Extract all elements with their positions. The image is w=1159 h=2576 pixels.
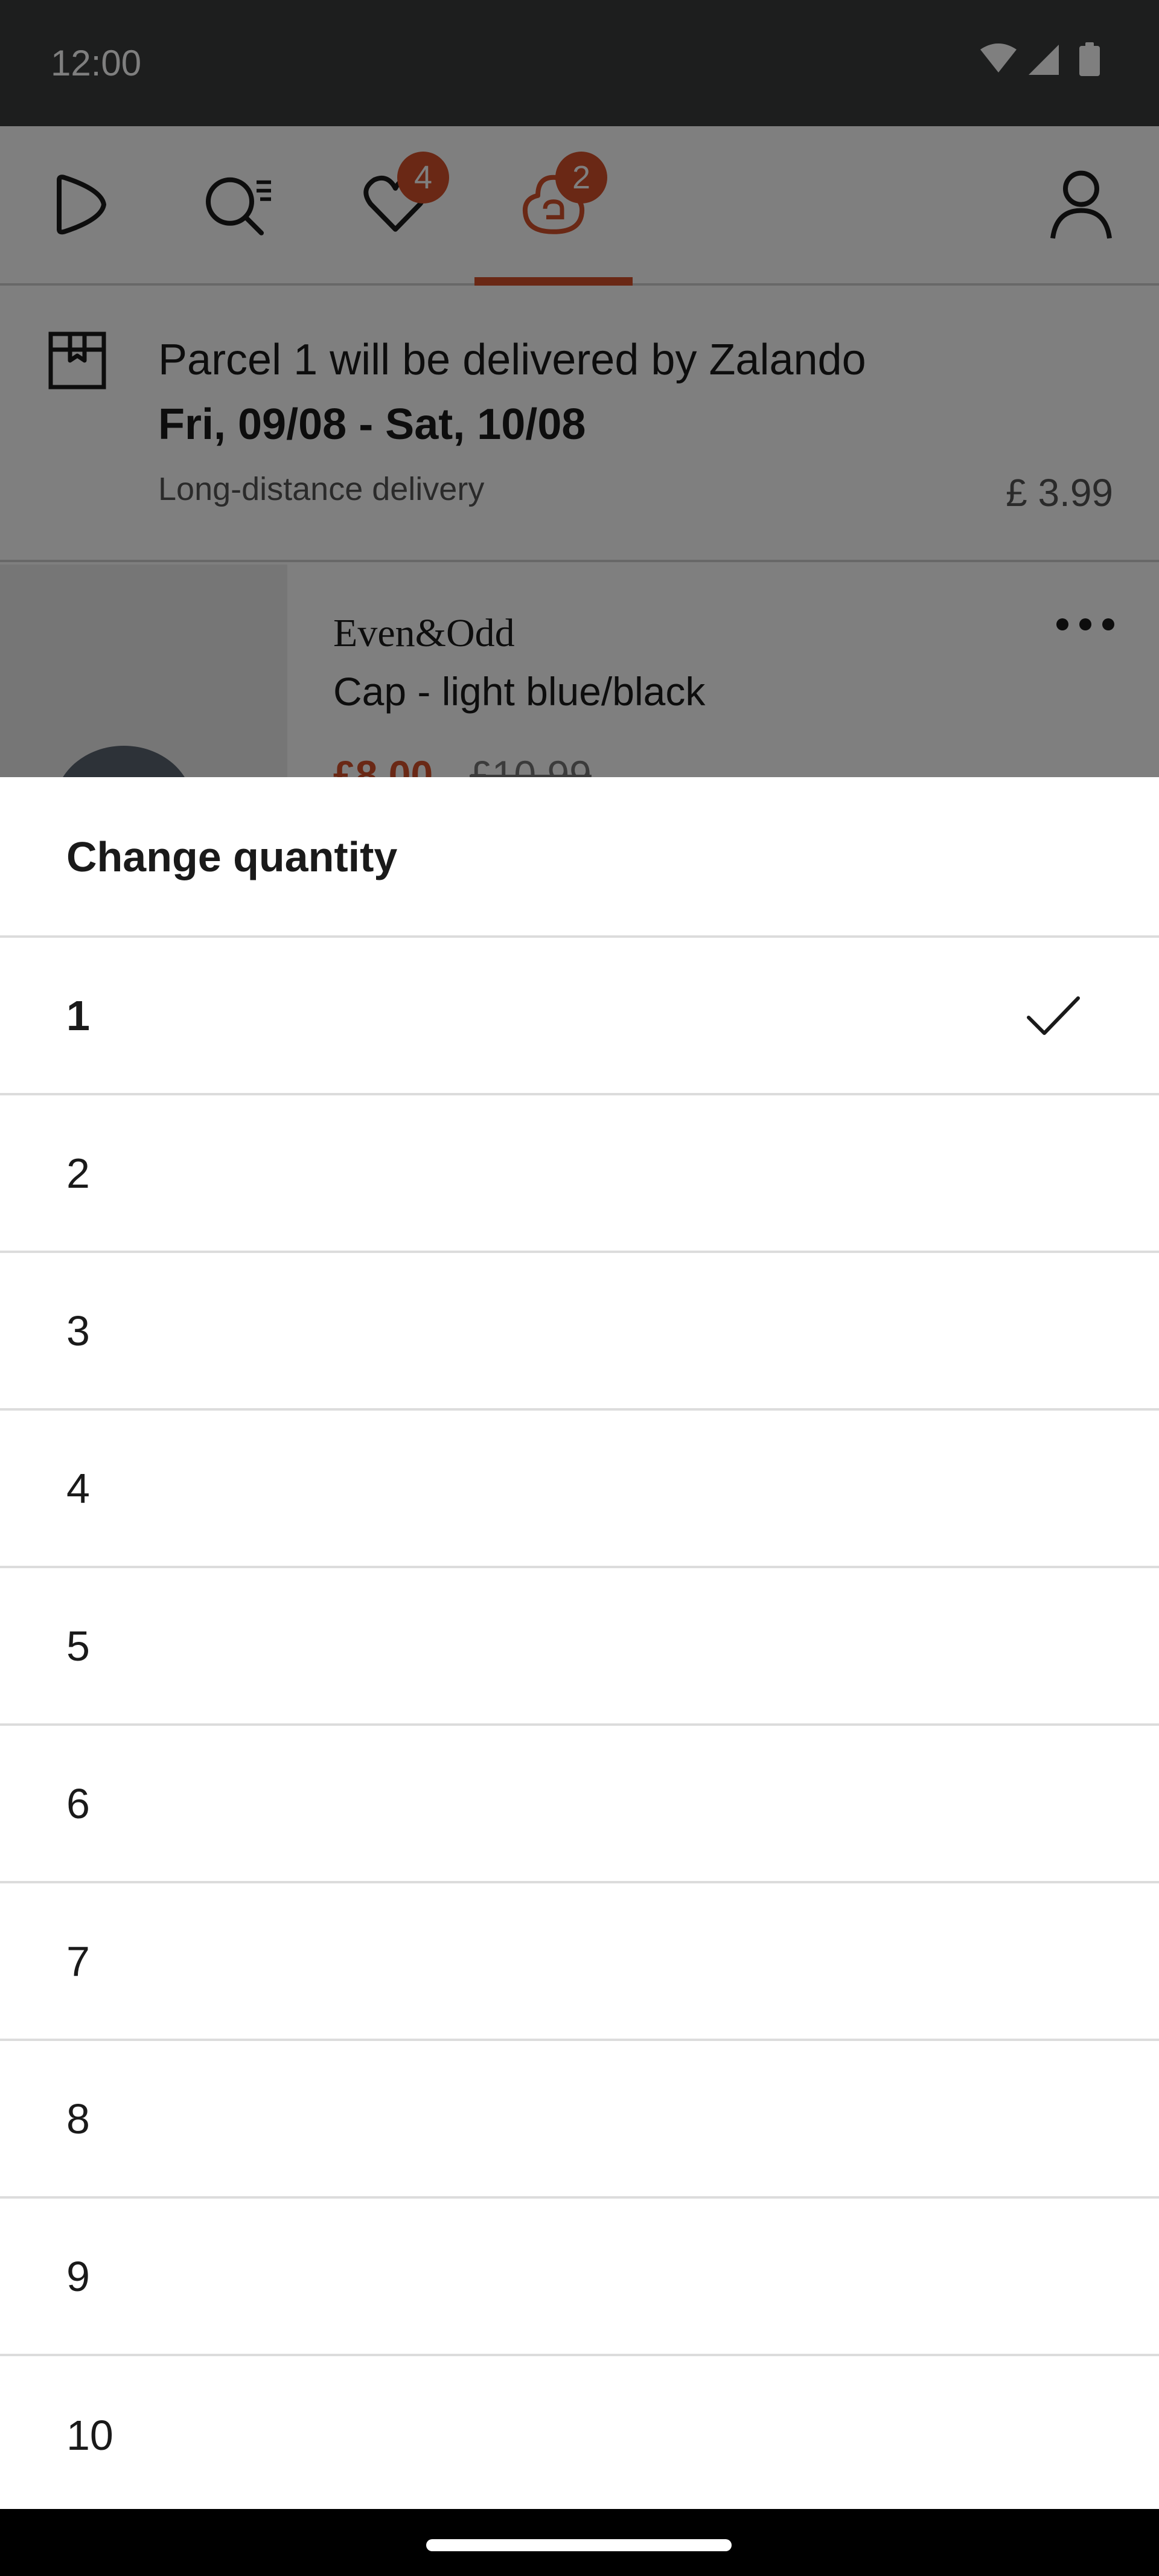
sheet-title: Change quantity <box>66 833 398 880</box>
quantity-option-6[interactable]: 6 <box>0 1726 1159 1883</box>
quantity-option-label: 8 <box>66 2095 90 2142</box>
quantity-option-7[interactable]: 7 <box>0 1883 1159 2041</box>
quantity-option-label: 4 <box>66 1464 90 1512</box>
quantity-option-9[interactable]: 9 <box>0 2199 1159 2356</box>
sheet-header: Change quantity <box>0 777 1159 938</box>
quantity-option-label: 10 <box>66 2411 113 2459</box>
quantity-option-1[interactable]: 1 <box>0 938 1159 1095</box>
quantity-option-4[interactable]: 4 <box>0 1411 1159 1568</box>
gesture-nav-area <box>0 2509 1159 2576</box>
quantity-option-label: 2 <box>66 1149 90 1197</box>
modal-scrim[interactable] <box>0 0 1159 777</box>
quantity-option-label: 1 <box>66 992 90 1039</box>
quantity-option-label: 3 <box>66 1307 90 1354</box>
checkmark-icon <box>1027 996 1080 1035</box>
quantity-option-label: 6 <box>66 1780 90 1827</box>
quantity-option-label: 9 <box>66 2252 90 2300</box>
quantity-option-5[interactable]: 5 <box>0 1568 1159 1726</box>
quantity-option-2[interactable]: 2 <box>0 1095 1159 1253</box>
quantity-option-label: 7 <box>66 1937 90 1985</box>
quantity-option-label: 5 <box>66 1622 90 1670</box>
quantity-option-3[interactable]: 3 <box>0 1253 1159 1411</box>
quantity-option-10[interactable]: 10 <box>0 2356 1159 2514</box>
quantity-option-8[interactable]: 8 <box>0 2041 1159 2199</box>
change-quantity-sheet: Change quantity 1 2 3 4 5 6 7 8 9 10 <box>0 777 1159 2509</box>
home-gesture-handle[interactable] <box>426 2539 732 2551</box>
